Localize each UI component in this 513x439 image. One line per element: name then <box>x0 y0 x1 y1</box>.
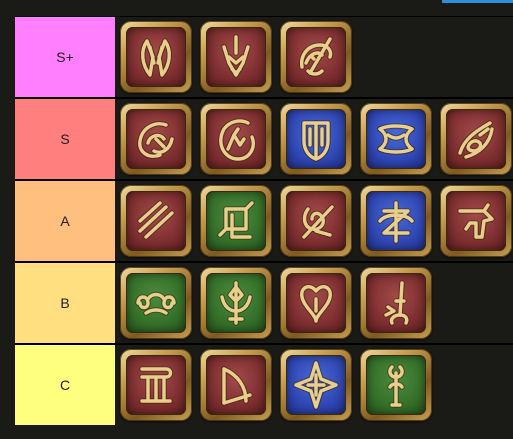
monk-job-icon[interactable] <box>200 103 272 175</box>
icon-glyph <box>137 121 175 159</box>
ninja-job-icon[interactable] <box>120 103 192 175</box>
tier-row: B <box>15 263 513 343</box>
icon-glyph <box>457 202 495 240</box>
astrologian-job-icon[interactable] <box>200 267 272 339</box>
tier-row: A <box>15 181 513 261</box>
bard-job-icon[interactable] <box>120 349 192 421</box>
black-mage-job-icon[interactable] <box>440 103 512 175</box>
summoner-job-icon[interactable] <box>280 185 352 257</box>
blue-mage-job-icon[interactable] <box>360 267 432 339</box>
icon-glyph <box>135 291 177 316</box>
tier-row: S+ <box>15 17 513 97</box>
tier-items-dropzone[interactable] <box>117 17 513 97</box>
samurai-job-icon[interactable] <box>120 185 192 257</box>
red-mage-job-icon[interactable] <box>280 21 352 93</box>
tier-items-dropzone[interactable] <box>117 263 513 343</box>
dancer-job-icon[interactable] <box>280 267 352 339</box>
tier-label[interactable]: S+ <box>15 17 115 97</box>
icon-glyph <box>377 200 415 244</box>
icon-glyph <box>377 123 415 155</box>
icon-glyph <box>218 118 256 162</box>
top-accent-strip <box>442 0 513 3</box>
tier-list: S+ S A B C <box>15 16 513 425</box>
warrior-job-icon[interactable] <box>360 103 432 175</box>
scholar-job-icon[interactable] <box>200 185 272 257</box>
tier-items-dropzone[interactable] <box>117 181 513 261</box>
icon-glyph <box>298 283 334 324</box>
icon-glyph <box>293 360 339 410</box>
icon-glyph <box>219 280 253 326</box>
icon-glyph <box>221 366 253 406</box>
tier-items-dropzone[interactable] <box>117 345 513 425</box>
archer-job-icon[interactable] <box>200 349 272 421</box>
sage-job-icon[interactable] <box>120 267 192 339</box>
icon-glyph <box>139 366 174 404</box>
tier-label[interactable]: B <box>15 263 115 343</box>
reaper-job-icon[interactable] <box>200 21 272 93</box>
tier-label[interactable]: C <box>15 345 115 425</box>
tier-items-dropzone[interactable] <box>117 99 513 179</box>
icon-glyph <box>139 38 173 78</box>
tier-row: S <box>15 99 513 179</box>
icon-glyph <box>301 204 335 240</box>
icon-glyph <box>221 34 251 78</box>
icon-glyph <box>383 280 410 326</box>
icon-glyph <box>298 36 334 77</box>
tier-row: C <box>15 345 513 425</box>
icon-glyph <box>457 120 495 160</box>
machinist-job-icon[interactable] <box>440 185 512 257</box>
white-mage-job-icon[interactable] <box>360 349 432 421</box>
icon-glyph <box>301 120 331 162</box>
icon-glyph <box>217 200 255 240</box>
dragoon-job-icon[interactable] <box>120 21 192 93</box>
gunbreaker-job-icon[interactable] <box>280 349 352 421</box>
tier-label[interactable]: A <box>15 181 115 261</box>
icon-glyph <box>137 200 175 240</box>
top-bar <box>0 0 513 15</box>
dark-knight-job-icon[interactable] <box>360 185 432 257</box>
paladin-job-icon[interactable] <box>280 103 352 175</box>
tier-label[interactable]: S <box>15 99 115 179</box>
icon-glyph <box>387 364 405 408</box>
